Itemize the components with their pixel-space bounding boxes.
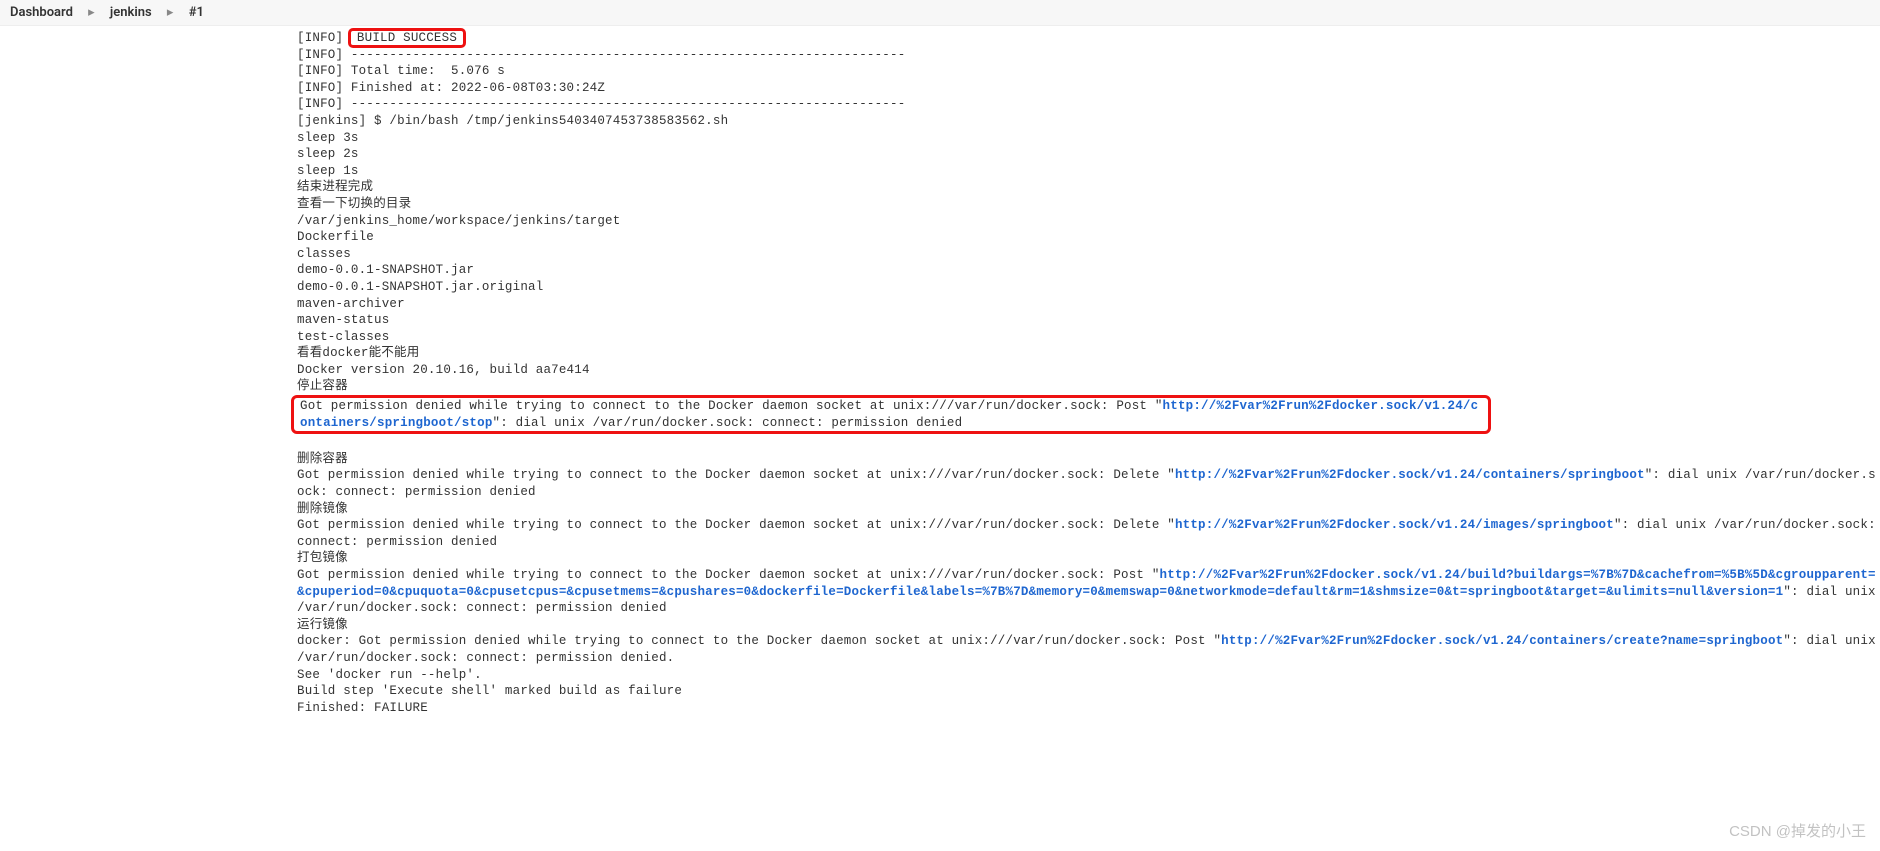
log-text: Got permission denied while trying to co… bbox=[297, 568, 1160, 582]
docker-url-link[interactable]: http://%2Fvar%2Frun%2Fdocker.sock/v1.24/… bbox=[1175, 468, 1645, 482]
log-text: Got permission denied while trying to co… bbox=[297, 518, 1175, 532]
chevron-right-icon: ▸ bbox=[88, 5, 95, 20]
log-block: [INFO] ---------------------------------… bbox=[297, 48, 905, 394]
log-text: Got permission denied while trying to co… bbox=[300, 399, 1163, 413]
log-text: ": dial unix /var/run/docker.sock: conne… bbox=[493, 416, 963, 430]
log-tail: See 'docker run --help'. Build step 'Exe… bbox=[297, 668, 682, 715]
build-success-highlight: BUILD SUCCESS bbox=[348, 28, 466, 48]
log-text: docker: Got permission denied while tryi… bbox=[297, 634, 1221, 648]
log-heading: 删除容器 bbox=[297, 452, 348, 466]
breadcrumb-build[interactable]: #1 bbox=[189, 5, 204, 20]
console-output-panel: [INFO] BUILD SUCCESS [INFO] ------------… bbox=[0, 26, 1880, 716]
watermark: CSDN @掉发的小王 bbox=[1729, 820, 1866, 841]
breadcrumb-job[interactable]: jenkins bbox=[110, 5, 152, 20]
error-highlight-box: Got permission denied while trying to co… bbox=[291, 395, 1491, 434]
log-line: [INFO] bbox=[297, 31, 351, 45]
breadcrumb-dashboard[interactable]: Dashboard bbox=[10, 5, 73, 20]
log-heading: 删除镜像 bbox=[297, 502, 348, 516]
log-text: Got permission denied while trying to co… bbox=[297, 468, 1175, 482]
log-heading: 运行镜像 bbox=[297, 618, 348, 632]
breadcrumb: Dashboard ▸ jenkins ▸ #1 bbox=[0, 0, 1880, 26]
console-output: [INFO] BUILD SUCCESS [INFO] ------------… bbox=[297, 30, 1880, 716]
chevron-right-icon: ▸ bbox=[167, 5, 174, 20]
log-heading: 打包镜像 bbox=[297, 551, 348, 565]
docker-url-link[interactable]: http://%2Fvar%2Frun%2Fdocker.sock/v1.24/… bbox=[1221, 634, 1783, 648]
docker-url-link[interactable]: http://%2Fvar%2Frun%2Fdocker.sock/v1.24/… bbox=[1175, 518, 1614, 532]
